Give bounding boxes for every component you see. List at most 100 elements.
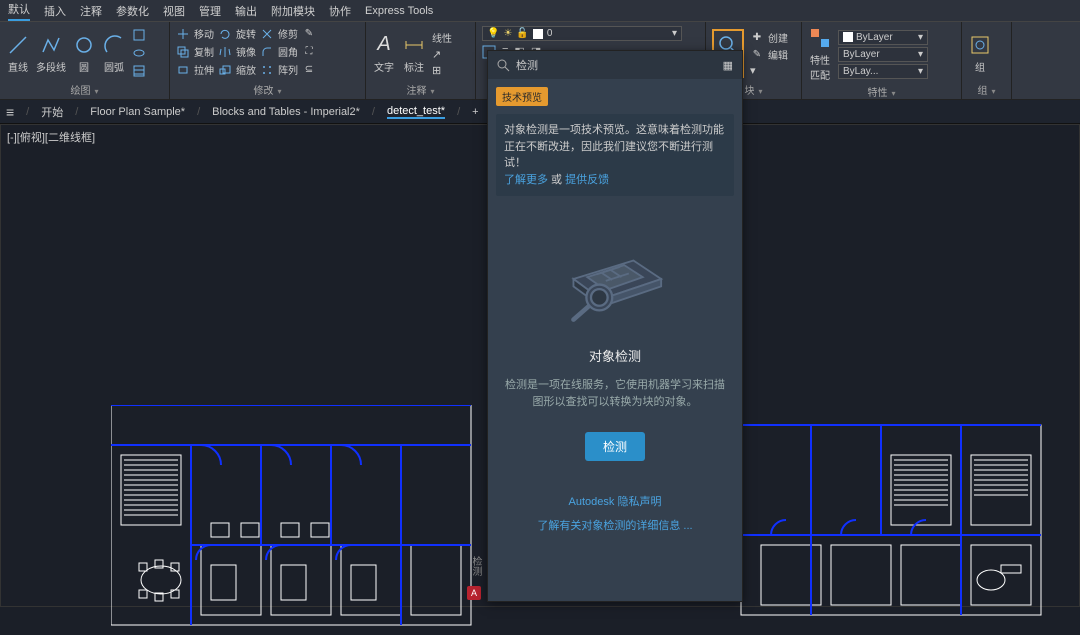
- tool-circle-label: 圆: [79, 59, 89, 74]
- group-title-annotate[interactable]: 注释: [372, 80, 469, 97]
- autodesk-badge-icon: A: [467, 586, 481, 600]
- chevron-down-icon: ▾: [672, 28, 677, 39]
- doc-tab-blocks[interactable]: Blocks and Tables - Imperial2*: [212, 106, 360, 118]
- ribbon-group-modify: 移动 旋转 修剪 ✎ 复制 镜像 圆角 ⛶ 拉伸 缩放 阵列 ⊆ 修改: [170, 22, 366, 99]
- mirror-icon[interactable]: [218, 45, 232, 59]
- tool-block-edit[interactable]: ✎编辑: [750, 47, 788, 62]
- tool-linear[interactable]: 线性: [432, 30, 452, 45]
- tool-text-label: 文字: [374, 59, 394, 74]
- erase-icon[interactable]: ✎: [302, 27, 316, 41]
- fillet-icon[interactable]: [260, 45, 274, 59]
- detection-info-link[interactable]: 了解有关对象检测的详细信息 ...: [537, 517, 692, 533]
- menu-tab-express[interactable]: Express Tools: [365, 5, 433, 17]
- learn-more-link[interactable]: 了解更多: [504, 174, 548, 186]
- tool-text[interactable]: A 文字: [372, 33, 396, 74]
- ellipse-icon[interactable]: [132, 46, 146, 60]
- menu-tab-manage[interactable]: 管理: [199, 3, 221, 19]
- create-icon: ✚: [750, 30, 764, 44]
- tool-scale[interactable]: 缩放: [236, 62, 256, 77]
- tool-trim[interactable]: 修剪: [278, 26, 298, 41]
- array-icon[interactable]: [260, 63, 274, 77]
- menu-tab-view[interactable]: 视图: [163, 3, 185, 19]
- group-title-modify[interactable]: 修改: [176, 80, 359, 97]
- tool-arc-label: 圆弧: [104, 59, 124, 74]
- panel-search-icon: [496, 58, 510, 72]
- leader-icon[interactable]: ↗: [432, 48, 452, 61]
- menu-tab-insert[interactable]: 插入: [44, 3, 66, 19]
- doc-tab-detect[interactable]: detect_test*: [387, 105, 445, 119]
- dimension-icon: [402, 33, 426, 57]
- tool-match-props[interactable]: 特性 匹配: [808, 26, 832, 82]
- color-swatch-icon: [843, 32, 853, 42]
- panel-header[interactable]: 检测 ▦: [488, 51, 742, 79]
- ribbon-group-group: 组 组: [962, 22, 1012, 99]
- tool-line[interactable]: 直线: [6, 33, 30, 74]
- group-title-draw[interactable]: 绘图: [6, 80, 163, 97]
- explode-icon[interactable]: ⛶: [302, 45, 316, 59]
- privacy-link[interactable]: Autodesk 隐私声明: [537, 493, 692, 509]
- tech-preview-box: 对象检测是一项技术预览。这意味着检测功能正在不断改进，因此我们建议您不断进行测试…: [496, 114, 734, 196]
- menu-tab-default[interactable]: 默认: [8, 1, 30, 21]
- detect-button[interactable]: 检测: [585, 432, 645, 461]
- tool-line-label: 直线: [8, 59, 28, 74]
- trim-icon[interactable]: [260, 27, 274, 41]
- scale-icon[interactable]: [218, 63, 232, 77]
- group-title-props[interactable]: 特性: [808, 82, 955, 99]
- add-tab-icon[interactable]: +: [472, 106, 478, 118]
- tool-polyline[interactable]: 多段线: [36, 33, 66, 74]
- detection-title: 对象检测: [589, 346, 641, 365]
- panel-body: 对象检测 检测是一项在线服务，它使用机器学习来扫描图形以查找可以转换为块的对象。…: [488, 204, 742, 601]
- tool-block-create[interactable]: ✚创建: [750, 30, 788, 45]
- hatch-icon[interactable]: [132, 64, 146, 78]
- tool-circle[interactable]: 圆: [72, 33, 96, 74]
- menu-tab-collaborate[interactable]: 协作: [329, 3, 351, 19]
- group-title-group[interactable]: 组: [968, 80, 1005, 97]
- tool-copy[interactable]: 复制: [194, 44, 214, 59]
- panel-title: 检测: [516, 57, 538, 73]
- edit-icon: ✎: [750, 47, 764, 61]
- match-props-icon: [808, 26, 832, 50]
- tool-dimension[interactable]: 标注: [402, 33, 426, 74]
- ribbon-group-props: 特性 匹配 ByLayer▾ ByLayer▾ ByLay...▾ 特性: [802, 22, 962, 99]
- polyline-icon: [39, 33, 63, 57]
- doc-tab-floorplan[interactable]: Floor Plan Sample*: [90, 106, 185, 118]
- lineweight-dropdown[interactable]: ByLay...▾: [838, 64, 928, 79]
- menu-tab-annotate[interactable]: 注释: [80, 3, 102, 19]
- tool-mirror[interactable]: 镜像: [236, 44, 256, 59]
- detection-description: 检测是一项在线服务，它使用机器学习来扫描图形以查找可以转换为块的对象。: [504, 377, 726, 410]
- layer-dropdown[interactable]: 💡 ☀ 🔓 0 ▾: [482, 26, 682, 41]
- menu-tab-addons[interactable]: 附加模块: [271, 3, 315, 19]
- offset-icon[interactable]: ⊆: [302, 63, 316, 77]
- menu-bar: 默认 插入 注释 参数化 视图 管理 输出 附加模块 协作 Express To…: [0, 0, 1080, 22]
- menu-tab-output[interactable]: 输出: [235, 3, 257, 19]
- layer-name: 0: [547, 28, 553, 39]
- doc-tab-start[interactable]: 开始: [41, 104, 63, 120]
- tool-arc[interactable]: 圆弧: [102, 33, 126, 74]
- text-icon: A: [372, 33, 396, 57]
- tool-move[interactable]: 移动: [194, 26, 214, 41]
- tool-array[interactable]: 阵列: [278, 62, 298, 77]
- tool-group[interactable]: 组: [968, 33, 992, 74]
- preview-text: 对象检测是一项技术预览。这意味着检测功能正在不断改进，因此我们建议您不断进行测试…: [504, 124, 724, 169]
- linetype-dropdown[interactable]: ByLayer▾: [838, 47, 928, 62]
- ribbon-group-annotate: A 文字 标注 线性 ↗ ⊞ 注释: [366, 22, 476, 99]
- tool-group-label: 组: [975, 59, 985, 74]
- tool-rotate[interactable]: 旋转: [236, 26, 256, 41]
- block-insert-icon[interactable]: ▾: [750, 64, 788, 77]
- table-icon[interactable]: ⊞: [432, 64, 452, 77]
- rotate-icon[interactable]: [218, 27, 232, 41]
- arc-icon: [102, 33, 126, 57]
- panel-collapsed-label[interactable]: 检测: [468, 556, 483, 576]
- stretch-icon[interactable]: [176, 63, 190, 77]
- menu-tab-parametric[interactable]: 参数化: [116, 3, 149, 19]
- rect-icon[interactable]: [132, 28, 146, 42]
- tool-fillet[interactable]: 圆角: [278, 44, 298, 59]
- copy-icon[interactable]: [176, 45, 190, 59]
- tool-stretch[interactable]: 拉伸: [194, 62, 214, 77]
- color-dropdown[interactable]: ByLayer▾: [838, 30, 928, 45]
- panel-menu-icon[interactable]: ▦: [723, 59, 734, 72]
- view-label[interactable]: [-][俯视][二维线框]: [7, 129, 95, 145]
- feedback-link[interactable]: 提供反馈: [565, 174, 609, 186]
- hamburger-icon[interactable]: ≡: [6, 104, 14, 120]
- move-icon[interactable]: [176, 27, 190, 41]
